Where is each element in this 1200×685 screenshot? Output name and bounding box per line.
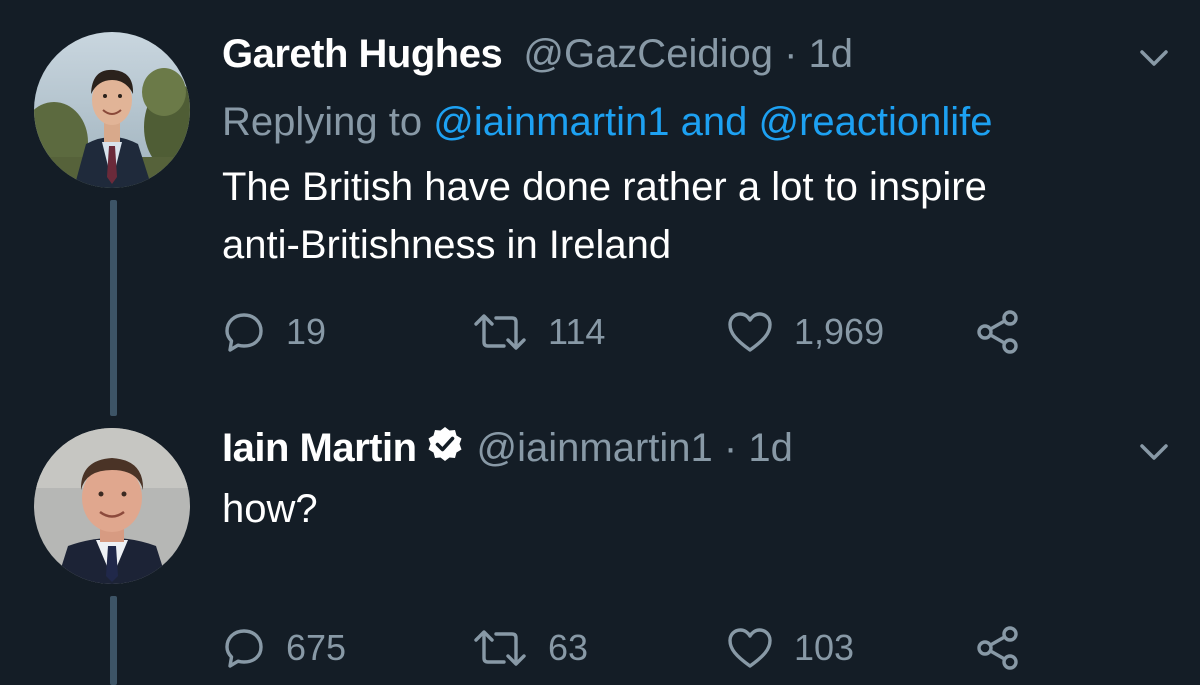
tweet-text: The British have done rather a lot to in…: [222, 158, 1152, 274]
display-name[interactable]: Iain Martin: [222, 426, 417, 470]
retweet-button[interactable]: 114: [472, 308, 605, 356]
separator-dot: ·: [784, 32, 798, 76]
share-button[interactable]: [974, 624, 1022, 672]
tweet-text-line: The British have done rather a lot to in…: [222, 165, 987, 209]
avatar-iain-martin[interactable]: [34, 428, 190, 584]
thread-line-2: [110, 596, 117, 685]
replying-joiner[interactable]: and: [681, 100, 748, 144]
user-handle[interactable]: @iainmartin1: [477, 426, 713, 470]
tweet-actions: 675 63 103: [222, 624, 1042, 672]
reply-button[interactable]: 19: [222, 308, 326, 356]
retweet-count: 114: [548, 311, 606, 352]
mention-link[interactable]: @reactionlife: [759, 100, 993, 144]
share-button[interactable]: [974, 308, 1022, 356]
like-button[interactable]: 103: [726, 624, 854, 672]
replying-to: Replying to @iainmartin1 and @reactionli…: [222, 98, 993, 146]
mention-link[interactable]: @iainmartin1: [433, 100, 669, 144]
like-count: 103: [794, 627, 855, 668]
share-icon: [977, 310, 1018, 354]
heart-icon: [728, 312, 772, 352]
verified-badge-icon: [428, 427, 462, 461]
timestamp[interactable]: 1d: [748, 426, 793, 470]
display-name[interactable]: Gareth Hughes: [222, 32, 503, 76]
speech-bubble-icon: [225, 629, 263, 668]
separator-dot: ·: [723, 426, 738, 470]
share-icon: [977, 626, 1018, 670]
retweet-button[interactable]: 63: [472, 624, 588, 672]
tweet-actions: 19 114 1,969: [222, 308, 1042, 356]
tweet-text-line: anti-Britishness in Ireland: [222, 223, 672, 267]
tweet-header: Iain Martin @iainmartin1 · 1d: [222, 424, 793, 472]
reply-count: 19: [286, 311, 327, 352]
user-handle[interactable]: @GazCeidiog: [523, 32, 773, 76]
chevron-down-icon[interactable]: [1138, 440, 1170, 464]
tweet-header: Gareth Hughes @GazCeidiog · 1d: [222, 30, 853, 78]
retweet-count: 63: [548, 627, 589, 668]
reply-count: 675: [286, 627, 347, 668]
tweet-text: how?: [222, 480, 1152, 538]
avatar-gareth-hughes[interactable]: [34, 32, 190, 188]
retweet-arrows-icon: [474, 630, 526, 666]
chevron-down-icon[interactable]: [1138, 46, 1170, 70]
tweet-text-line: how?: [222, 487, 318, 531]
timestamp[interactable]: 1d: [809, 32, 854, 76]
like-button[interactable]: 1,969: [726, 308, 884, 356]
replying-prefix: Replying to: [222, 100, 423, 144]
reply-button[interactable]: 675: [222, 624, 346, 672]
like-count: 1,969: [794, 311, 885, 352]
heart-icon: [728, 628, 772, 668]
thread-line-1: [110, 200, 117, 416]
speech-bubble-icon: [225, 313, 263, 352]
retweet-arrows-icon: [474, 314, 526, 350]
